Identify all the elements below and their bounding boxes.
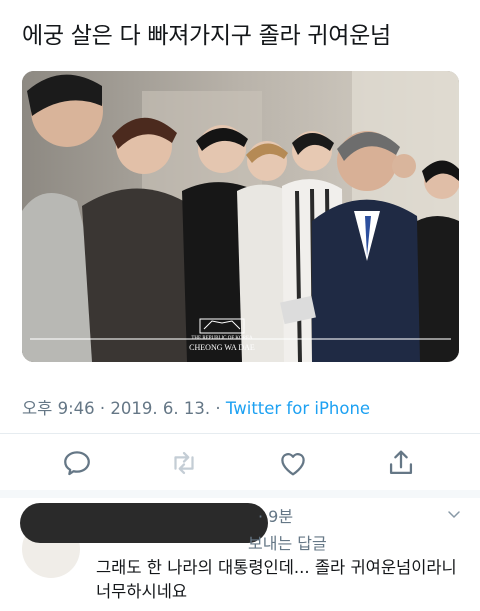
share-button[interactable] — [384, 446, 418, 480]
reply-text: 그래도 한 나라의 대통령인데... 졸라 귀여운넘이라니 너무하시네요 — [96, 558, 457, 601]
meta-separator: · — [210, 399, 226, 418]
meta-separator: · — [94, 399, 111, 418]
divider — [0, 433, 480, 434]
tweet-source-link[interactable]: Twitter for iPhone — [226, 399, 370, 418]
reply-to-label[interactable]: 보내는 답글 — [248, 530, 327, 554]
watermark-line2: CHEONG WA DAE — [189, 343, 255, 352]
heart-icon — [281, 453, 305, 476]
tweet-photo[interactable]: THE REPUBLIC OF KOREA CHEONG WA DAE — [22, 71, 459, 362]
retweet-icon — [174, 451, 194, 475]
like-button[interactable] — [276, 446, 310, 480]
reply-time: · 9분 — [258, 507, 294, 526]
reply-button[interactable] — [60, 446, 94, 480]
share-icon — [389, 450, 413, 475]
tweet-date: 2019. 6. 13. — [110, 399, 211, 418]
photo-illustration: THE REPUBLIC OF KOREA CHEONG WA DAE — [22, 71, 459, 362]
section-divider — [0, 490, 480, 498]
retweet-button[interactable] — [167, 446, 201, 480]
chevron-down-icon[interactable] — [446, 506, 462, 522]
redacted-username — [20, 503, 268, 543]
tweet-time: 오후 9:46 — [22, 399, 95, 418]
tweet-text: 에궁 살은 다 빠져가지구 졸라 귀여운넘 — [22, 23, 391, 49]
reply-icon — [64, 451, 90, 476]
tweet-meta: 오후 9:46 · 2019. 6. 13. · Twitter for iPh… — [22, 395, 370, 419]
